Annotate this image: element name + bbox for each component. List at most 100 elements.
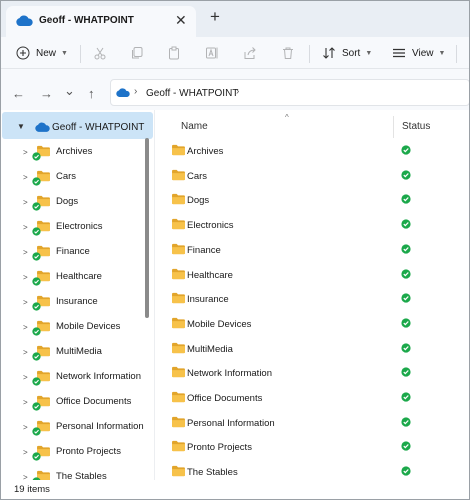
folder-icon xyxy=(171,465,186,480)
new-button[interactable]: New ▼ xyxy=(16,43,68,63)
file-row[interactable]: Healthcare xyxy=(155,263,470,288)
sidebar-item-label: Electronics xyxy=(56,221,103,232)
back-button[interactable]: ← xyxy=(12,86,25,101)
synced-status-icon xyxy=(401,293,411,306)
cut-button[interactable] xyxy=(93,43,107,63)
folder-icon xyxy=(171,218,186,233)
share-button[interactable] xyxy=(243,43,257,63)
file-row[interactable]: Finance xyxy=(155,238,470,263)
forward-button[interactable]: → xyxy=(40,86,53,101)
chevron-right-icon[interactable]: > xyxy=(23,248,28,257)
up-button[interactable]: ↑ xyxy=(88,86,95,101)
sort-ascending-icon: ^ xyxy=(285,113,289,122)
toolbar-divider xyxy=(80,45,81,63)
synced-check-icon xyxy=(32,452,41,464)
file-row[interactable]: Network Information xyxy=(155,361,470,386)
chevron-right-icon[interactable]: > xyxy=(23,348,28,357)
synced-status-icon xyxy=(401,194,411,207)
file-row[interactable]: MultiMedia xyxy=(155,337,470,362)
onedrive-cloud-icon xyxy=(16,15,33,29)
close-tab-button[interactable]: ✕ xyxy=(175,12,187,29)
chevron-right-icon[interactable]: > xyxy=(23,173,28,182)
synced-status-icon xyxy=(401,392,411,405)
sidebar-item-label: Personal Information xyxy=(56,421,144,432)
file-row[interactable]: Dogs xyxy=(155,188,470,213)
chevron-right-icon[interactable]: > xyxy=(23,398,28,407)
breadcrumb-chevron-icon[interactable]: › xyxy=(236,86,239,97)
toolbar-divider xyxy=(309,45,310,63)
file-name: Insurance xyxy=(187,294,229,306)
chevron-right-icon[interactable]: > xyxy=(23,273,28,282)
rename-button[interactable] xyxy=(205,43,219,63)
view-label: View xyxy=(412,47,434,59)
chevron-right-icon[interactable]: > xyxy=(23,148,28,157)
synced-status-icon xyxy=(401,466,411,479)
sidebar-item[interactable]: > Electronics xyxy=(0,215,150,239)
nav-scrollbar[interactable] xyxy=(145,138,149,318)
sidebar-item[interactable]: > Pronto Projects xyxy=(0,440,150,464)
synced-check-icon xyxy=(32,202,41,214)
sidebar-item[interactable]: > Insurance xyxy=(0,290,150,314)
sidebar-item[interactable]: > Finance xyxy=(0,240,150,264)
sidebar-item[interactable]: > MultiMedia xyxy=(0,340,150,364)
column-header-status[interactable]: Status xyxy=(402,121,430,132)
paste-button[interactable] xyxy=(167,43,181,63)
file-row[interactable]: Mobile Devices xyxy=(155,312,470,337)
synced-check-icon xyxy=(32,302,41,314)
breadcrumb-chevron-icon[interactable]: › xyxy=(134,86,137,97)
chevron-down-icon: ▼ xyxy=(438,49,446,57)
file-row[interactable]: Electronics xyxy=(155,213,470,238)
chevron-right-icon[interactable]: > xyxy=(23,323,28,332)
file-row[interactable]: Cars xyxy=(155,164,470,189)
title-bar: Geoff - WHATPOINT ✕ + xyxy=(0,0,470,37)
file-row[interactable]: Office Documents xyxy=(155,386,470,411)
copy-button[interactable] xyxy=(130,43,144,63)
file-row[interactable]: Pronto Projects xyxy=(155,435,470,460)
sidebar-item[interactable]: > Personal Information xyxy=(0,415,150,439)
column-divider[interactable] xyxy=(393,116,394,138)
file-list: ^ Name Status Archives Cars Dogs Electronic… xyxy=(155,110,470,480)
column-header-name[interactable]: Name xyxy=(181,121,208,132)
sidebar-item[interactable]: > Office Documents xyxy=(0,390,150,414)
chevron-right-icon[interactable]: > xyxy=(23,223,28,232)
sort-button[interactable]: Sort ▼ xyxy=(322,43,372,63)
sidebar-item[interactable]: > Network Information xyxy=(0,365,150,389)
chevron-right-icon[interactable]: > xyxy=(23,423,28,432)
sidebar-item-label: Dogs xyxy=(56,196,79,207)
sidebar-item[interactable]: > Dogs xyxy=(0,190,150,214)
synced-status-icon xyxy=(401,170,411,183)
file-name: Dogs xyxy=(187,195,210,207)
sort-label: Sort xyxy=(342,47,361,59)
file-row[interactable]: Personal Information xyxy=(155,411,470,436)
sidebar-item[interactable]: > Cars xyxy=(0,165,150,189)
sidebar-item[interactable]: > The Stables xyxy=(0,465,150,480)
navigation-pane: ▼ Geoff - WHATPOINT > Archives > Cars > Dogs >… xyxy=(0,110,155,480)
sidebar-item[interactable]: > Mobile Devices xyxy=(0,315,150,339)
nav-root-onedrive[interactable]: ▼ Geoff - WHATPOINT xyxy=(2,112,153,139)
file-row[interactable]: Insurance xyxy=(155,287,470,312)
chevron-right-icon[interactable]: > xyxy=(23,448,28,457)
synced-status-icon xyxy=(401,268,411,282)
chevron-right-icon[interactable]: > xyxy=(23,373,28,382)
sort-icon xyxy=(322,46,336,60)
view-button[interactable]: View ▼ xyxy=(392,43,445,63)
chevron-down-icon[interactable]: ▼ xyxy=(17,122,25,131)
file-row[interactable]: Archives xyxy=(155,139,470,164)
window-tab[interactable]: Geoff - WHATPOINT ✕ xyxy=(6,6,196,37)
sidebar-item-label: Pronto Projects xyxy=(56,446,121,457)
sidebar-item-label: Office Documents xyxy=(56,396,132,407)
file-name: Personal Information xyxy=(187,417,275,429)
sidebar-item[interactable]: > Healthcare xyxy=(0,265,150,289)
file-name: Network Information xyxy=(187,368,273,380)
breadcrumb-location[interactable]: Geoff - WHATPOINT xyxy=(146,88,238,99)
nav-root-label: Geoff - WHATPOINT xyxy=(52,122,145,133)
file-name: Pronto Projects xyxy=(187,442,252,454)
new-tab-button[interactable]: + xyxy=(210,7,220,27)
chevron-right-icon[interactable]: > xyxy=(23,298,28,307)
chevron-right-icon[interactable]: > xyxy=(23,198,28,207)
recent-locations-button[interactable]: ⌄ xyxy=(64,83,75,99)
folder-icon xyxy=(171,193,186,208)
sidebar-item[interactable]: > Archives xyxy=(0,140,150,164)
delete-button[interactable] xyxy=(281,43,295,63)
chevron-right-icon[interactable]: > xyxy=(23,473,28,480)
